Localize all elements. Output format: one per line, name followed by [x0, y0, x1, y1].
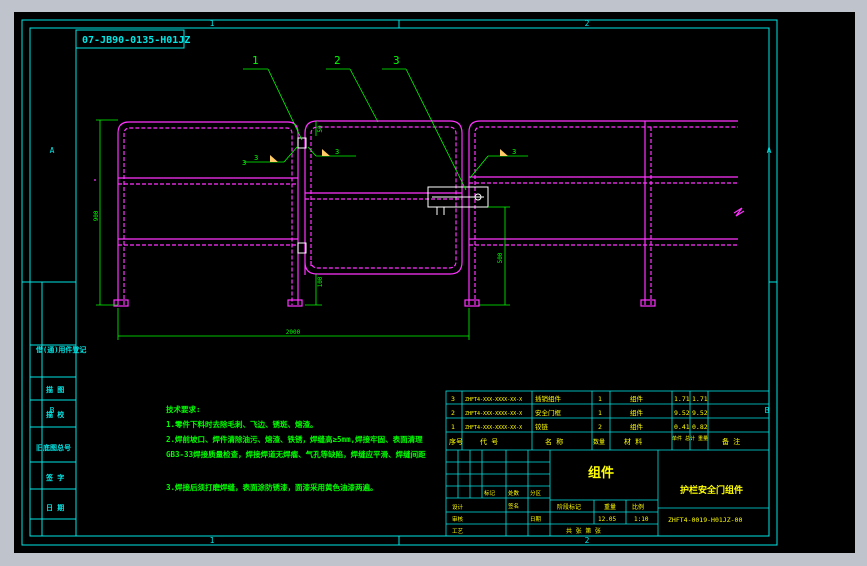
zone-label-top: 1 — [210, 19, 215, 28]
sign-label: 工艺 — [452, 528, 464, 535]
bom-qty: 1 — [598, 409, 602, 417]
bom-header-cell: 备 注 — [722, 437, 740, 446]
bom-header-cell: 名 称 — [545, 437, 563, 446]
weld-size: 3 — [512, 148, 516, 156]
bom-name: 铰链 — [535, 422, 549, 431]
bom-code: ZHFT4-XXX-XXXX-XX-X — [465, 397, 522, 403]
bom-code: ZHFT4-XXX-XXXX-XX-X — [465, 411, 522, 417]
bom-name: 安全门框 — [535, 408, 562, 417]
bom-qty: 1 — [598, 395, 602, 403]
row-label: 签名 — [508, 502, 519, 510]
notes-line: 2.焊前坡口、焊件清除油污、熔渣、铁锈，焊缝高≥5mm,焊接牢固、表面清理 — [166, 434, 423, 444]
weld-size: 3 — [335, 148, 339, 156]
sign-label: 审核 — [452, 515, 464, 523]
sheet-label: 共 张 第 张 — [566, 527, 601, 535]
side-label: 描 校 — [46, 410, 65, 419]
dim-gate-height: 500 — [497, 252, 504, 263]
bom-header-cell: 序号 — [449, 437, 463, 446]
notes-line: 3.焊接后须打磨焊缝，表面涂防锈漆，面漆采用黄色油漆两遍。 — [166, 482, 378, 492]
dim-gate-clearance: 100 — [317, 276, 324, 287]
scale-label: 比例 — [632, 503, 644, 511]
bom-header-cell: 数量 — [593, 438, 605, 446]
balloon-1[interactable]: 1 — [252, 54, 259, 67]
bom-unit-weight: 0.41 — [674, 423, 690, 431]
sign-label: 日期 — [530, 516, 542, 523]
drawing-canvas[interactable]: 1 2 1 2 A B A B 07-JB90-0135-H01JZ 借(通)用… — [0, 0, 867, 562]
row-label: 分区 — [530, 489, 542, 497]
bom-code: ZHFT4-XXX-XXXX-XX-X — [465, 425, 522, 431]
bom-unit-weight: 9.52 — [674, 409, 690, 417]
bom-material: 组件 — [630, 394, 644, 403]
balloon-3[interactable]: 3 — [393, 54, 400, 67]
weight-label: 重量 — [604, 503, 616, 511]
scale-value: 1:10 — [634, 516, 649, 523]
bom-unit-weight: 1.71 — [674, 395, 690, 403]
bom-no: 1 — [451, 423, 455, 431]
notes-title: 技术要求: — [166, 404, 201, 414]
bom-name: 插销组件 — [535, 394, 562, 403]
bom-no: 3 — [451, 395, 455, 403]
bom-material: 组件 — [630, 422, 644, 431]
row-label: 标记 — [484, 489, 496, 497]
row-label: 处数 — [508, 489, 520, 497]
zone-label-bottom: 2 — [585, 536, 590, 545]
dim-overall-height: 900 — [93, 210, 100, 221]
bom-header-cell: 单件 总计 重量 — [672, 435, 708, 442]
bom-header-cell: 材 料 — [624, 437, 642, 446]
cad-viewport[interactable]: 1 2 1 2 A B A B 07-JB90-0135-H01JZ 借(通)用… — [0, 0, 867, 562]
bom-total-weight: 1.71 — [692, 395, 708, 403]
dim-gate-top-offset: 50 — [317, 125, 324, 133]
sign-label: 设计 — [452, 503, 464, 511]
zone-label-bottom: 1 — [210, 536, 215, 545]
zone-label-left: A — [50, 146, 55, 155]
drawing-name: 护栏安全门组件 — [680, 484, 743, 496]
model-space — [14, 12, 855, 553]
side-label: 签 字 — [45, 473, 64, 482]
stage-label: 阶段标记 — [557, 503, 581, 511]
bom-material: 组件 — [630, 408, 644, 417]
zone-label-right: A — [767, 146, 772, 155]
dim-overall-width: 2000 — [286, 329, 301, 336]
side-label: 借(通)用件登记 — [35, 345, 86, 354]
drawing-code: 07-JB90-0135-H01JZ — [82, 35, 190, 46]
bom-total-weight: 9.52 — [692, 409, 708, 417]
weld-size: 3 — [254, 154, 258, 162]
weight-value: 12.05 — [598, 516, 616, 523]
balloon-2[interactable]: 2 — [334, 54, 341, 67]
notes-line: 1.零件下料时去除毛刺、飞边、锈斑、熔渣。 — [166, 419, 318, 429]
bom-total-weight: 0.82 — [692, 423, 708, 431]
notes-line: GB3-33焊接质量检查，焊接焊道无焊瘤、气孔等缺陷，焊缝应平滑、焊缝间距 — [166, 449, 426, 459]
drawing-number: ZHFT4-0019-H01JZ-00 — [668, 516, 742, 524]
weld-size: 3 — [242, 159, 246, 167]
bom-header-cell: 代 号 — [480, 437, 498, 446]
side-label: 描 图 — [46, 385, 64, 394]
side-label: 旧底图总号 — [36, 443, 71, 452]
part-category: 组件 — [588, 465, 614, 481]
zone-label-top: 2 — [585, 19, 590, 28]
bom-qty: 2 — [598, 423, 602, 431]
bom-no: 2 — [451, 409, 455, 417]
side-label: 日 期 — [46, 503, 64, 512]
